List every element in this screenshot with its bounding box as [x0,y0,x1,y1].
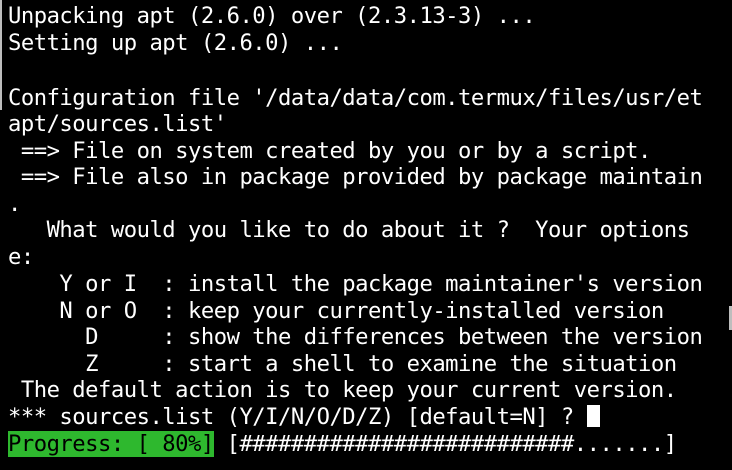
option-install-line: Y or I : install the package maintainer'… [8,271,703,297]
terminal-line: Setting up apt (2.6.0) ... [8,30,343,56]
terminal-line: . [8,191,21,217]
option-keep-line: N or O : keep your currently-installed v… [8,298,664,324]
left-edge-divider [0,0,2,110]
prompt-text: *** sources.list (Y/I/N/O/D/Z) [default=… [8,404,587,430]
terminal-line: ==> File on system created by you or by … [8,138,652,164]
terminal-line: Unpacking apt (2.6.0) over (2.3.13-3) ..… [8,3,536,29]
terminal-line: apt/sources.list' [8,111,227,137]
terminal-line: ==> File also in package provided by pac… [8,164,703,190]
option-shell-line: Z : start a shell to examine the situati… [8,351,677,377]
terminal-line: What would you like to do about it ? You… [8,217,690,243]
terminal-window[interactable]: Unpacking apt (2.6.0) over (2.3.13-3) ..… [0,0,732,470]
text-cursor[interactable] [586,405,600,427]
option-diff-line: D : show the differences between the ver… [8,324,703,350]
terminal-line: Configuration file '/data/data/com.termu… [8,85,703,111]
progress-line: Progress: [ 80%] [######################… [8,431,677,457]
terminal-line: e: [8,244,34,270]
prompt-line[interactable]: *** sources.list (Y/I/N/O/D/Z) [default=… [8,404,600,430]
progress-bar-text: [##########################.......] [213,431,678,457]
progress-label: Progress: [ 80%] [8,431,214,457]
terminal-line: The default action is to keep your curre… [8,377,677,403]
